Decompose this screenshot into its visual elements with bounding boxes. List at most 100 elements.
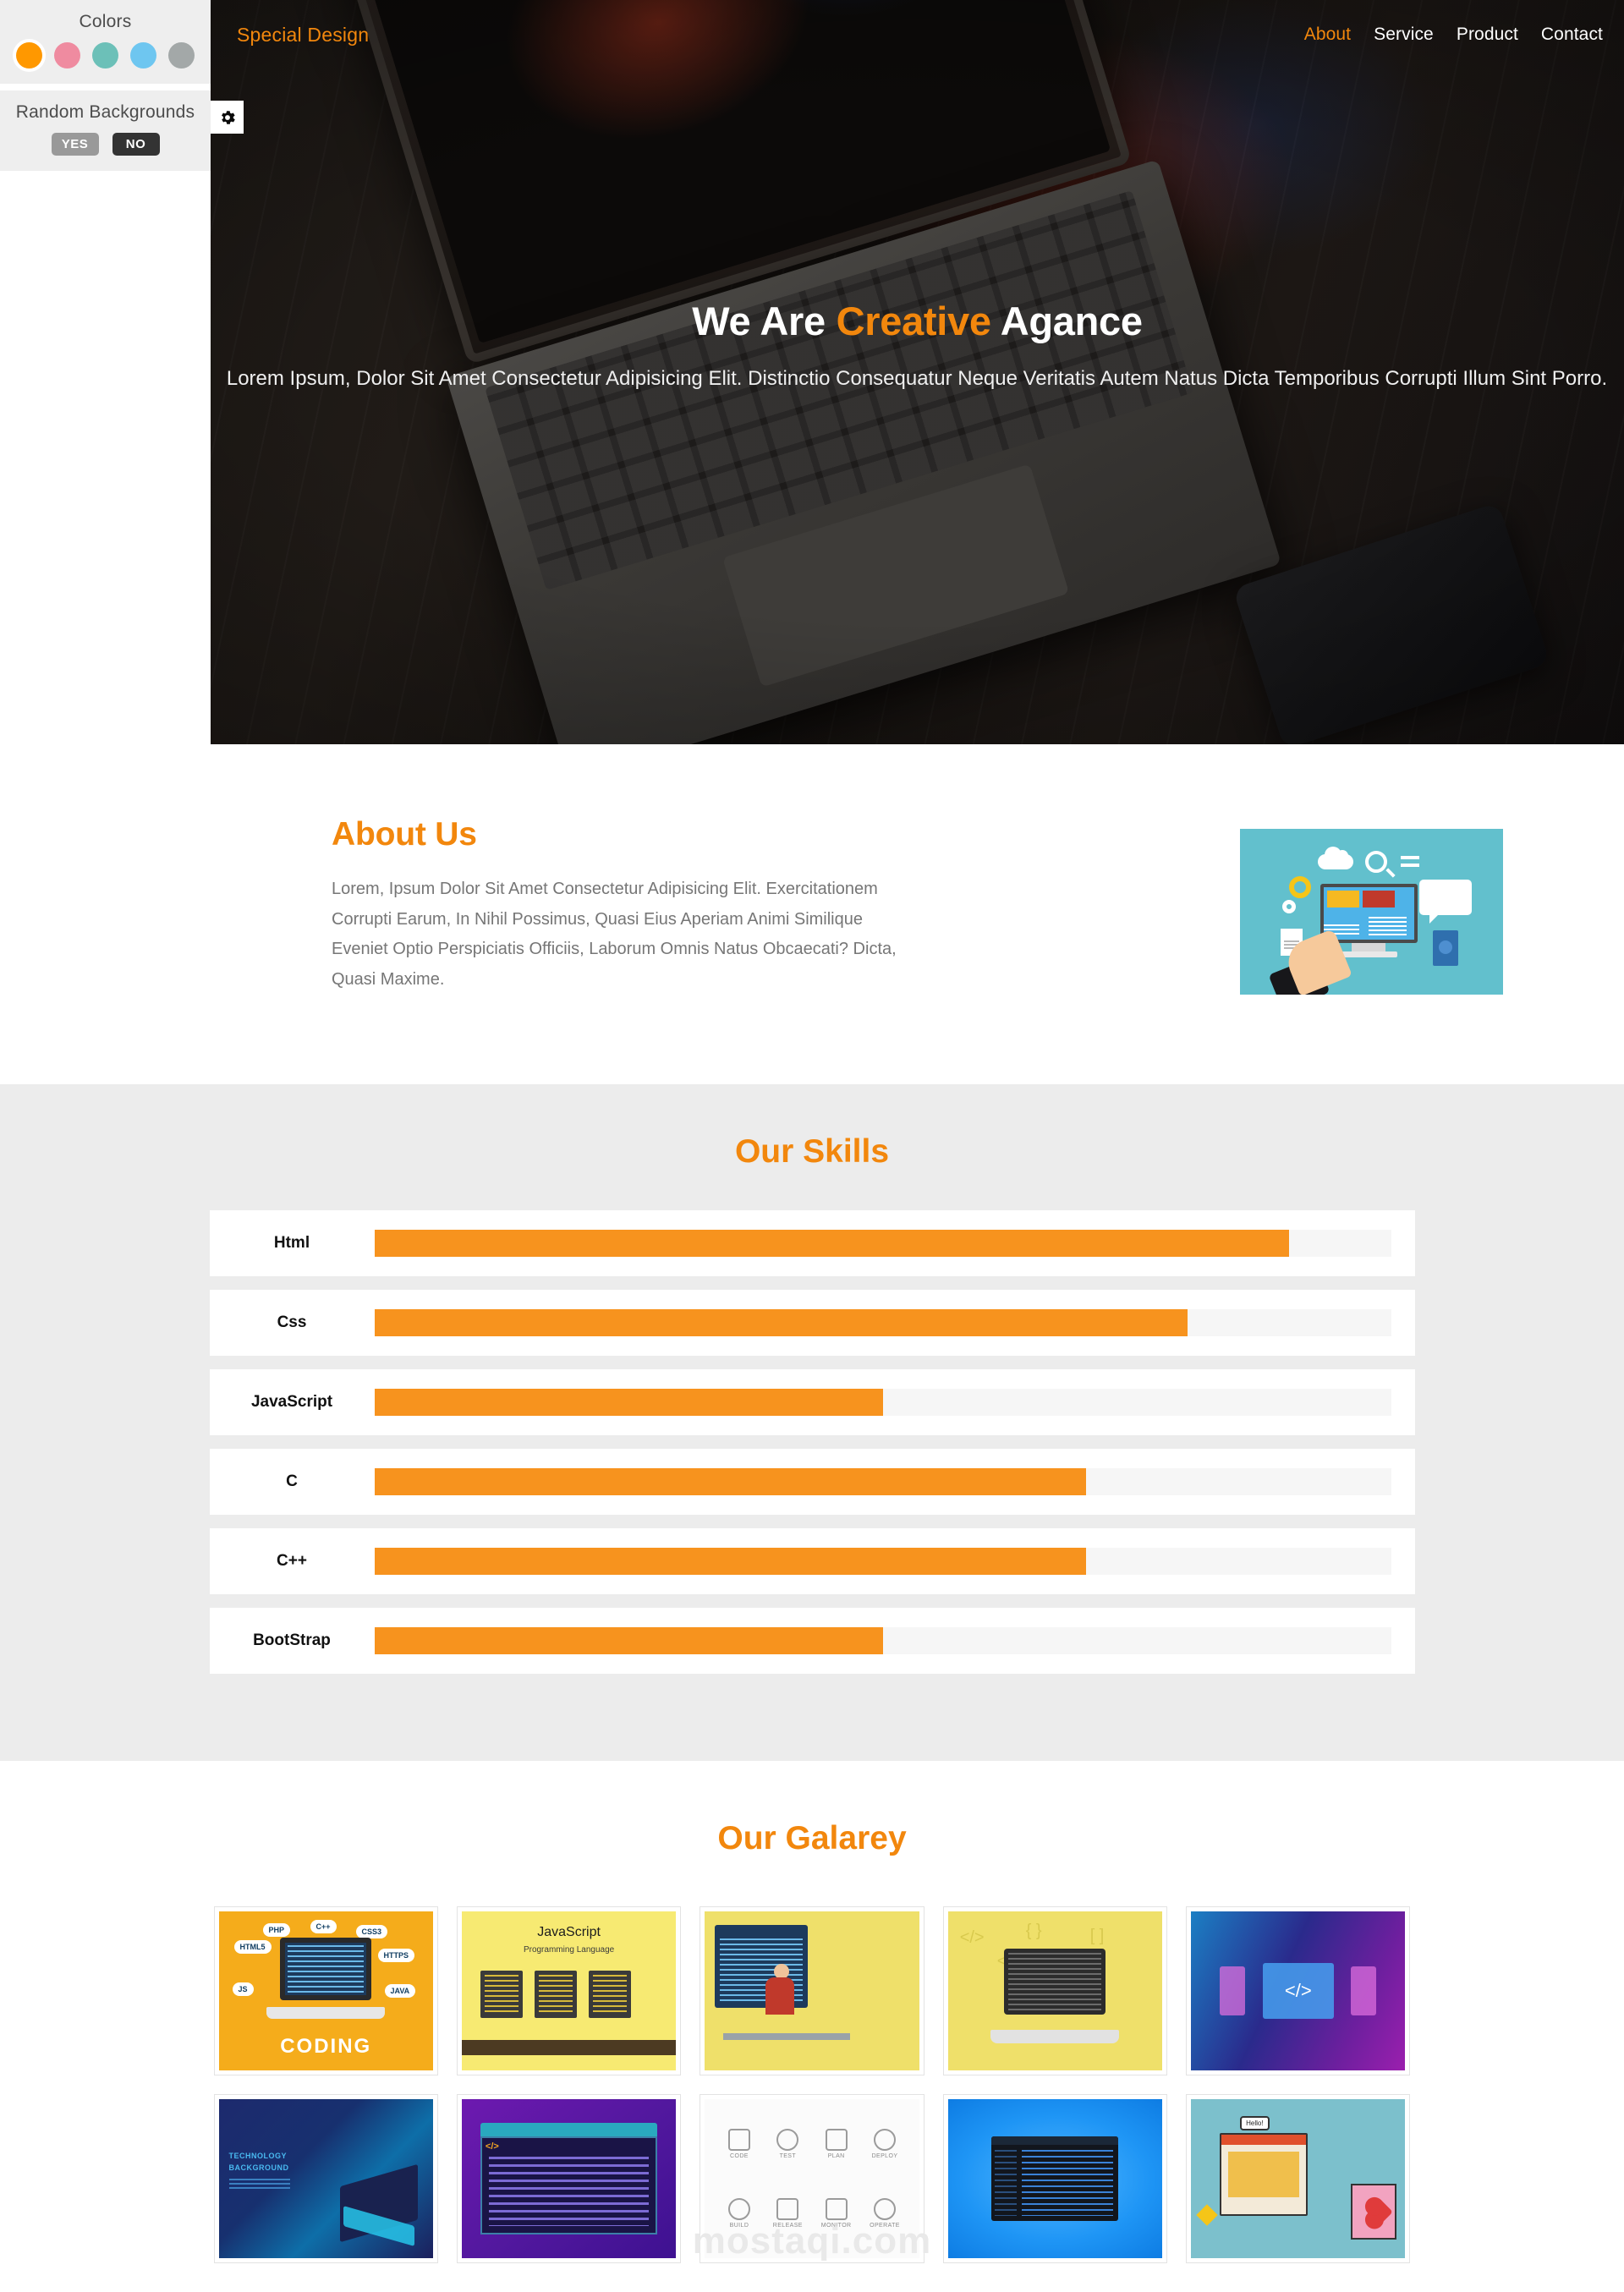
code-symbol-icon-1: </> [959, 1928, 985, 1947]
color-swatch-blue[interactable] [130, 42, 156, 69]
hero-subtitle: Lorem Ipsum, Dolor Sit Amet Consectetur … [226, 367, 1608, 390]
about-right [1240, 816, 1503, 995]
keyboard-icon [266, 2006, 386, 2019]
retro-window-icon [1220, 2133, 1309, 2216]
gallery-item-developer-desk[interactable] [700, 1906, 924, 2075]
gallery-item-laptop-code-symbols[interactable]: </> { } [ ] <div> [942, 1906, 1168, 2075]
skill-progress-fill [374, 1548, 1086, 1575]
color-swatch-pink[interactable] [54, 42, 80, 69]
color-swatch-teal[interactable] [92, 42, 118, 69]
gallery-image-title: JavaScript [537, 1925, 601, 1939]
monitor-icon-3 [588, 1971, 631, 2018]
devops-cell-code: CODE [716, 2111, 761, 2177]
editor-window-icon [991, 2136, 1119, 2221]
deploy-icon [874, 2129, 896, 2151]
skill-label: Css [277, 1313, 307, 1331]
settings-gear-button[interactable] [211, 101, 244, 134]
red-tile [1363, 891, 1395, 907]
skill-progress-track [374, 1468, 1391, 1495]
random-backgrounds-box: Random Backgrounds YES NO [0, 90, 211, 171]
skill-label: Html [273, 1234, 310, 1252]
bubble-https: HTTPS [377, 1949, 415, 1962]
gallery-grid: HTML5 PHP C++ CSS3 HTTPS JS JAVA CODING … [213, 1906, 1411, 2263]
about-inner: About Us Lorem, Ipsum Dolor Sit Amet Con… [332, 744, 1503, 995]
build-icon [727, 2198, 750, 2220]
gallery-image: HTML5 PHP C++ CSS3 HTTPS JS JAVA CODING [218, 1911, 433, 2070]
skill-row-cpp: C++ [209, 1528, 1415, 1594]
random-backgrounds-toggle: YES NO [0, 133, 211, 156]
window-titlebar [480, 2123, 658, 2136]
bubble-html5: HTML5 [233, 1940, 272, 1954]
hero-title-before: We Are [692, 299, 837, 343]
gallery-image: JavaScript Programming Language [461, 1911, 677, 2070]
skill-row-javascript: JavaScript [209, 1369, 1415, 1435]
skill-progress-fill [374, 1627, 883, 1654]
devops-label: CODE [730, 2153, 749, 2159]
skill-progress-track [374, 1389, 1391, 1416]
skill-progress-track [374, 1627, 1391, 1654]
bubble-cpp: C++ [310, 1920, 337, 1933]
plan-icon [825, 2129, 848, 2151]
gallery-item-javascript-monitors[interactable]: JavaScript Programming Language [456, 1906, 682, 2075]
skill-progress-track [374, 1230, 1391, 1257]
skill-row-html: Html [209, 1210, 1415, 1276]
code-icon [727, 2129, 750, 2151]
retro-window-titlebar [1221, 2135, 1307, 2145]
gallery-image-subtitle: Programming Language [523, 1945, 615, 1955]
skill-progress-fill [374, 1389, 883, 1416]
gallery-image-line1: TECHNOLOGY [228, 2152, 288, 2160]
code-tag-icon: </> [485, 2141, 499, 2152]
color-swatch-row [0, 42, 211, 69]
skills-title: Our Skills [734, 1133, 890, 1170]
operate-icon [874, 2198, 896, 2220]
about-section: About Us Lorem, Ipsum Dolor Sit Amet Con… [211, 744, 1624, 1084]
code-lines [488, 2157, 650, 2226]
devops-label: TEST [779, 2153, 797, 2159]
skill-row-bootstrap: BootStrap [209, 1608, 1415, 1674]
skill-label: JavaScript [250, 1393, 333, 1411]
hello-speech-bubble: Hello! [1240, 2116, 1270, 2130]
about-illustration [1240, 829, 1503, 995]
release-icon [776, 2198, 799, 2220]
nav-links: About Service Product Contact [1304, 25, 1603, 45]
laptop-base-icon [990, 2030, 1120, 2043]
about-title: About Us [332, 816, 477, 853]
person-body [765, 1977, 795, 2015]
nav-link-product[interactable]: Product [1457, 25, 1518, 45]
gear-small-icon [1282, 900, 1296, 913]
monitor-stand [1352, 943, 1385, 951]
random-backgrounds-title: Random Backgrounds [15, 102, 195, 122]
retro-window-image [1228, 2152, 1300, 2197]
placeholder-text-lines [228, 2179, 290, 2189]
nav-link-service[interactable]: Service [1374, 25, 1434, 45]
skill-progress-track [374, 1548, 1391, 1575]
gallery-section: Our Galarey HTML5 PHP C++ CSS3 HTTPS JS … [0, 1761, 1624, 2292]
code-symbol-icon-3: [ ] [1089, 1927, 1105, 1945]
navbar: Special Design About Service Product Con… [211, 0, 1624, 69]
gear-icon [221, 110, 235, 124]
color-swatch-gray[interactable] [168, 42, 195, 69]
bubble-js: JS [232, 1982, 254, 1996]
skill-label: C++ [277, 1552, 307, 1570]
bubble-css3: CSS3 [355, 1925, 388, 1938]
watermark: mostaqi.com [692, 2220, 932, 2262]
device-left [1220, 1966, 1246, 2015]
random-backgrounds-yes-button[interactable]: YES [51, 133, 99, 156]
color-swatch-orange[interactable] [16, 42, 42, 69]
settings-panel: Colors Random Backgrounds YES NO [0, 0, 211, 178]
yellow-tile [1327, 891, 1359, 907]
device-right [1351, 1966, 1377, 2015]
nav-link-contact[interactable]: Contact [1541, 25, 1603, 45]
nav-link-about[interactable]: About [1304, 25, 1351, 45]
cloud-icon [1318, 847, 1353, 869]
brand-logo[interactable]: Special Design [237, 24, 369, 47]
gallery-item-coding-bubbles[interactable]: HTML5 PHP C++ CSS3 HTTPS JS JAVA CODING [213, 1906, 438, 2075]
devops-cell-deploy: DEPLOY [862, 2111, 907, 2177]
random-backgrounds-no-button[interactable]: NO [112, 133, 160, 156]
desk-icon [723, 2033, 851, 2040]
bubble-java: JAVA [384, 1984, 416, 1998]
gallery-item-devices-code-gradient[interactable]: </> [1186, 1906, 1411, 2075]
hero-title-accent: Creative [836, 299, 991, 343]
bubble-php: PHP [262, 1923, 291, 1937]
search-icon [1365, 851, 1387, 873]
